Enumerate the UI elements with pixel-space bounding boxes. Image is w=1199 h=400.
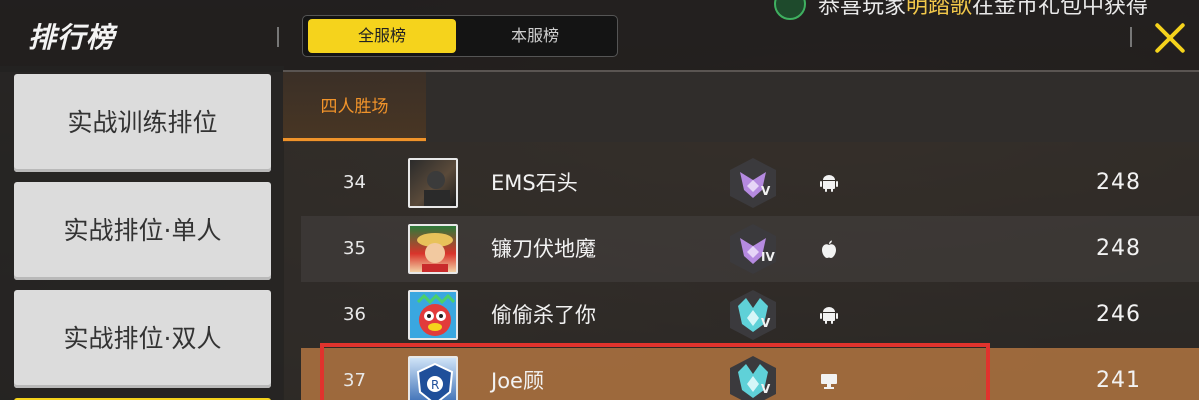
header-divider [277,27,279,47]
header-divider-right [1130,27,1132,47]
server-scope-toggle: 全服榜 本服榜 [302,15,618,57]
avatar [408,158,458,208]
apple-icon [819,239,839,259]
sidebar-item-duo[interactable]: 实战排位·双人 [14,290,271,388]
tier-badge-icon [726,222,780,276]
rank-number: 37 [343,370,366,391]
sidebar-item-training[interactable]: 实战训练排位 [14,74,271,172]
player-name: Joe顾 [491,369,544,393]
score-value: 248 [1096,236,1141,261]
tier-level: IV [761,250,775,264]
score-value: 241 [1096,368,1141,393]
avatar: R [408,356,458,400]
svg-text:R: R [431,378,439,392]
tab-server[interactable]: 本服榜 [461,19,609,53]
broadcast-player: 明踏歌 [906,0,973,19]
broadcast-message: 恭喜玩家明踏歌在金币礼包中获得 [818,0,1148,20]
table-row[interactable]: 34 EMS石头 V 248 [301,150,1199,216]
tier-level: V [761,316,771,330]
table-row[interactable]: 36 偷偷杀了你 V 246 [301,282,1199,348]
page-title: 排行榜 [28,21,116,54]
tab-global[interactable]: 全服榜 [308,19,456,53]
player-name: 镰刀伏地魔 [491,237,596,261]
tab-squad-wins[interactable]: 四人胜场 [283,72,426,142]
leaderboard-panel: 四人胜场 34 EMS石头 V 248 35 镰刀伏地魔 IV 248 36 偷… [283,70,1199,400]
sidebar-item-solo[interactable]: 实战排位·单人 [14,182,271,280]
mode-sidebar: 实战训练排位 实战排位·单人 实战排位·双人 [0,66,284,400]
player-name: 偷偷杀了你 [491,303,596,327]
tier-level: V [761,382,771,396]
android-icon [819,173,839,193]
rank-number: 34 [343,172,366,193]
score-value: 246 [1096,302,1141,327]
avatar [408,224,458,274]
tier-badge-icon [726,156,780,210]
broadcast-prefix: 恭喜玩家 [818,0,907,19]
android-icon [819,305,839,325]
player-name: EMS石头 [491,171,578,195]
score-value: 248 [1096,170,1141,195]
rank-number: 36 [343,304,366,325]
rank-number: 35 [343,238,366,259]
tier-level: V [761,184,771,198]
table-row-self[interactable]: 37 R Joe顾 V 241 [301,348,1199,400]
broadcast-suffix: 在金币礼包中获得 [972,0,1149,19]
subtab-underline [283,138,426,141]
avatar [408,290,458,340]
subtab-bar: 四人胜场 [283,70,1199,142]
tier-badge-icon [726,288,780,342]
pc-icon [819,371,839,391]
close-icon[interactable] [1152,20,1188,56]
tier-badge-icon [726,354,780,400]
table-row[interactable]: 35 镰刀伏地魔 IV 248 [301,216,1199,282]
